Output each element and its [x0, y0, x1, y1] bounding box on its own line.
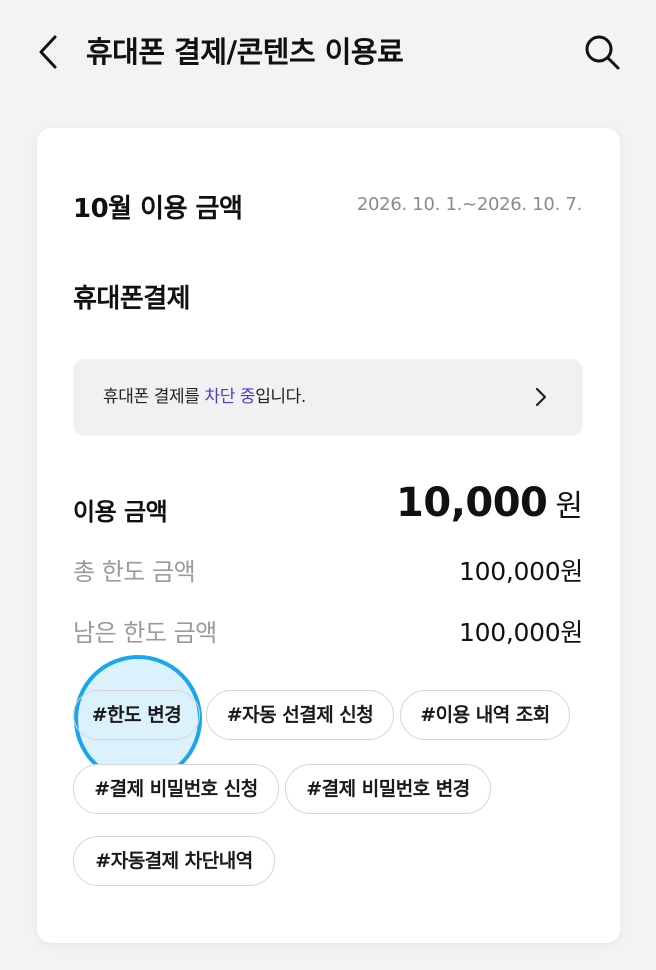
usage-amount-unit: 원	[555, 489, 583, 524]
remaining-limit-row: 남은 한도 금액 100,000원	[73, 613, 583, 647]
tag-auto-prepay-apply[interactable]: #자동 선결제 신청	[206, 690, 394, 740]
search-icon	[585, 35, 620, 70]
page-title: 휴대폰 결제/콘텐츠 이용료	[86, 35, 404, 69]
usage-amount-label: 이용 금액	[73, 498, 168, 526]
usage-card: 10월 이용 금액 2026. 10. 1.~2026. 10. 7. 휴대폰결…	[37, 128, 620, 943]
month-usage-title: 10월 이용 금액	[73, 194, 243, 224]
usage-amount-value-group: 10,000 원	[396, 480, 583, 526]
notice-accent: 차단 중	[204, 387, 256, 407]
remaining-limit-value: 100,000원	[459, 618, 583, 647]
total-limit-value: 100,000원	[459, 557, 583, 586]
app-header: 휴대폰 결제/콘텐츠 이용료	[0, 0, 656, 106]
section-title: 휴대폰결제	[73, 284, 191, 314]
back-button[interactable]	[30, 30, 66, 74]
usage-amount-value: 10,000	[396, 480, 548, 526]
chevron-right-icon	[535, 387, 547, 407]
notice-suffix: 입니다.	[255, 387, 306, 407]
total-limit-label: 총 한도 금액	[73, 558, 196, 586]
total-limit-row: 총 한도 금액 100,000원	[73, 552, 583, 586]
usage-period: 2026. 10. 1.~2026. 10. 7.	[356, 194, 582, 215]
block-notice-text: 휴대폰 결제를 차단 중입니다.	[103, 359, 306, 436]
block-notice[interactable]: 휴대폰 결제를 차단 중입니다.	[73, 359, 583, 436]
tag-limit-change[interactable]: #한도 변경	[73, 690, 200, 740]
usage-amount-row: 이용 금액 10,000 원	[73, 480, 583, 536]
tag-auto-payment-block-history[interactable]: #자동결제 차단내역	[73, 836, 275, 886]
search-button[interactable]	[580, 30, 624, 74]
tag-payment-password-apply[interactable]: #결제 비밀번호 신청	[73, 764, 279, 814]
tag-payment-password-change[interactable]: #결제 비밀번호 변경	[285, 764, 491, 814]
chevron-left-icon	[39, 35, 57, 69]
tag-usage-history[interactable]: #이용 내역 조회	[400, 690, 570, 740]
notice-prefix: 휴대폰 결제를	[103, 387, 205, 407]
remaining-limit-label: 남은 한도 금액	[73, 619, 217, 647]
